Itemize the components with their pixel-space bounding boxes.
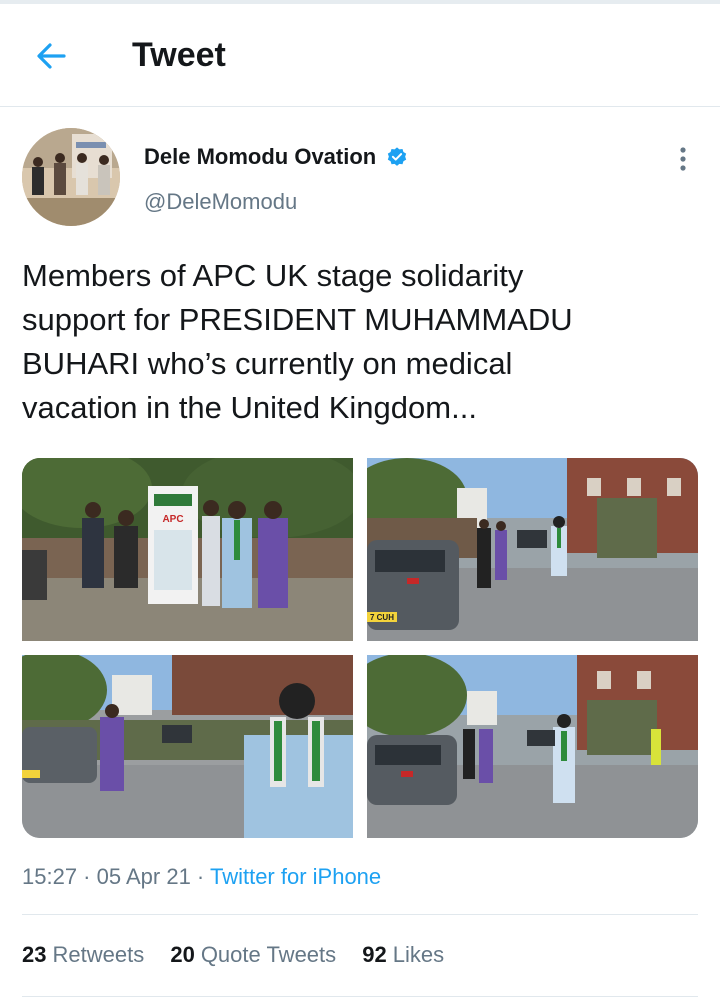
media-photo-3[interactable] — [22, 655, 353, 838]
more-options-icon[interactable] — [668, 142, 698, 176]
author-name[interactable]: Dele Momodu Ovation — [144, 144, 376, 170]
plate-text: 7 CUH — [370, 613, 394, 622]
meta-separator: · — [190, 864, 210, 889]
quote-tweets-count: 20 — [170, 942, 195, 967]
page-title: Tweet — [132, 36, 226, 74]
likes-label: Likes — [392, 942, 445, 967]
quote-tweets-stat[interactable]: 20 Quote Tweets — [170, 942, 336, 968]
retweets-count: 23 — [22, 942, 47, 967]
retweets-label: Retweets — [52, 942, 145, 967]
tweet-date[interactable]: 05 Apr 21 — [97, 864, 191, 889]
top-bar: Tweet — [0, 4, 720, 107]
meta-separator: · — [77, 864, 97, 889]
divider — [22, 996, 698, 997]
divider — [22, 914, 698, 915]
banner-text: APC — [162, 514, 183, 525]
media-photo-4[interactable] — [367, 655, 698, 838]
media-photo-1[interactable]: APC — [22, 458, 353, 641]
likes-stat[interactable]: 92 Likes — [362, 942, 444, 968]
tweet-meta: 15:27 · 05 Apr 21 · Twitter for iPhone — [22, 864, 381, 890]
verified-badge-icon — [387, 147, 407, 166]
tweet-time[interactable]: 15:27 — [22, 864, 77, 889]
tweet-stats: 23 Retweets 20 Quote Tweets 92 Likes — [22, 942, 464, 968]
retweets-stat[interactable]: 23 Retweets — [22, 942, 144, 968]
tweet-text: Members of APC UK stage solidarity suppo… — [22, 258, 573, 425]
arrow-left-icon — [37, 43, 66, 69]
author-handle[interactable]: @DeleMomodu — [144, 189, 297, 215]
back-button[interactable] — [30, 34, 74, 78]
tweet-source-link[interactable]: Twitter for iPhone — [210, 864, 381, 889]
quote-tweets-label: Quote Tweets — [200, 942, 337, 967]
likes-count: 92 — [362, 942, 387, 967]
avatar[interactable] — [22, 128, 120, 226]
media-photo-2[interactable]: 7 CUH — [367, 458, 698, 641]
media-grid: APC 7 CUH — [22, 458, 698, 838]
